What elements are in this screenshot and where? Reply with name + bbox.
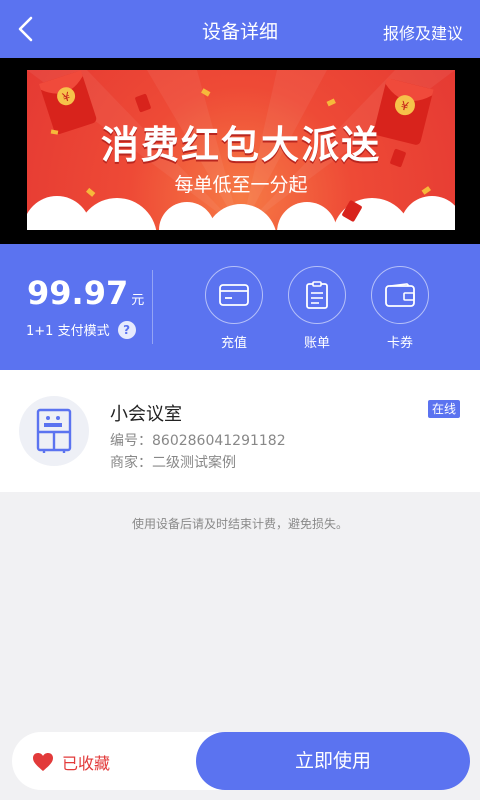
balance-display: 99.97 元 bbox=[27, 274, 144, 312]
card-icon bbox=[205, 266, 263, 324]
banner-title: 消费红包大派送 bbox=[100, 123, 381, 167]
heart-icon bbox=[33, 753, 53, 771]
device-name: 小会议室 bbox=[110, 404, 182, 425]
usage-notice: 使用设备后请及时结束计费，避免损失。 bbox=[131, 517, 348, 531]
balance-unit: 元 bbox=[131, 293, 145, 308]
device-merchant: 商家：二级测试案例 bbox=[110, 455, 236, 471]
bottom-action-bar: 已收藏 立即使用 bbox=[12, 732, 470, 790]
help-icon[interactable]: ? bbox=[117, 320, 136, 339]
recharge-button[interactable]: 充值 bbox=[202, 266, 266, 351]
pay-mode: 1+1 支付模式 ? bbox=[26, 320, 136, 339]
repair-suggestion-link[interactable]: 报修及建议 bbox=[383, 20, 463, 44]
favorite-label: 已收藏 bbox=[62, 754, 111, 773]
coupon-label: 卡券 bbox=[386, 336, 413, 351]
coupon-button[interactable]: 卡券 bbox=[368, 266, 432, 351]
locker-icon bbox=[19, 396, 89, 466]
wallet-icon bbox=[371, 266, 429, 324]
wallet-panel: 99.97 元 1+1 支付模式 ? 充值 账单 卡券 bbox=[0, 244, 480, 370]
divider bbox=[152, 270, 153, 344]
status-badge: 在线 bbox=[428, 400, 461, 418]
bill-icon bbox=[288, 266, 346, 324]
banner-subtitle: 每单低至一分起 bbox=[174, 174, 308, 196]
promo-banner[interactable]: ¥ ¥ 消费红包大派送 每单低至一分起 bbox=[27, 70, 455, 230]
header-bar: 设备详细 报修及建议 bbox=[0, 0, 480, 58]
favorite-button[interactable]: 已收藏 bbox=[32, 750, 110, 774]
bill-button[interactable]: 账单 bbox=[285, 266, 349, 351]
device-number: 编号：860286041291182 bbox=[110, 433, 286, 449]
recharge-label: 充值 bbox=[220, 336, 247, 351]
balance-amount: 99.97 bbox=[27, 274, 129, 312]
bill-label: 账单 bbox=[303, 336, 330, 351]
device-card[interactable]: 小会议室 编号：860286041291182 商家：二级测试案例 在线 bbox=[0, 370, 480, 492]
pay-mode-label: 1+1 支付模式 bbox=[26, 324, 110, 339]
use-now-button[interactable]: 立即使用 bbox=[196, 732, 470, 790]
banner-carousel[interactable]: ¥ ¥ 消费红包大派送 每单低至一分起 bbox=[0, 58, 480, 293]
